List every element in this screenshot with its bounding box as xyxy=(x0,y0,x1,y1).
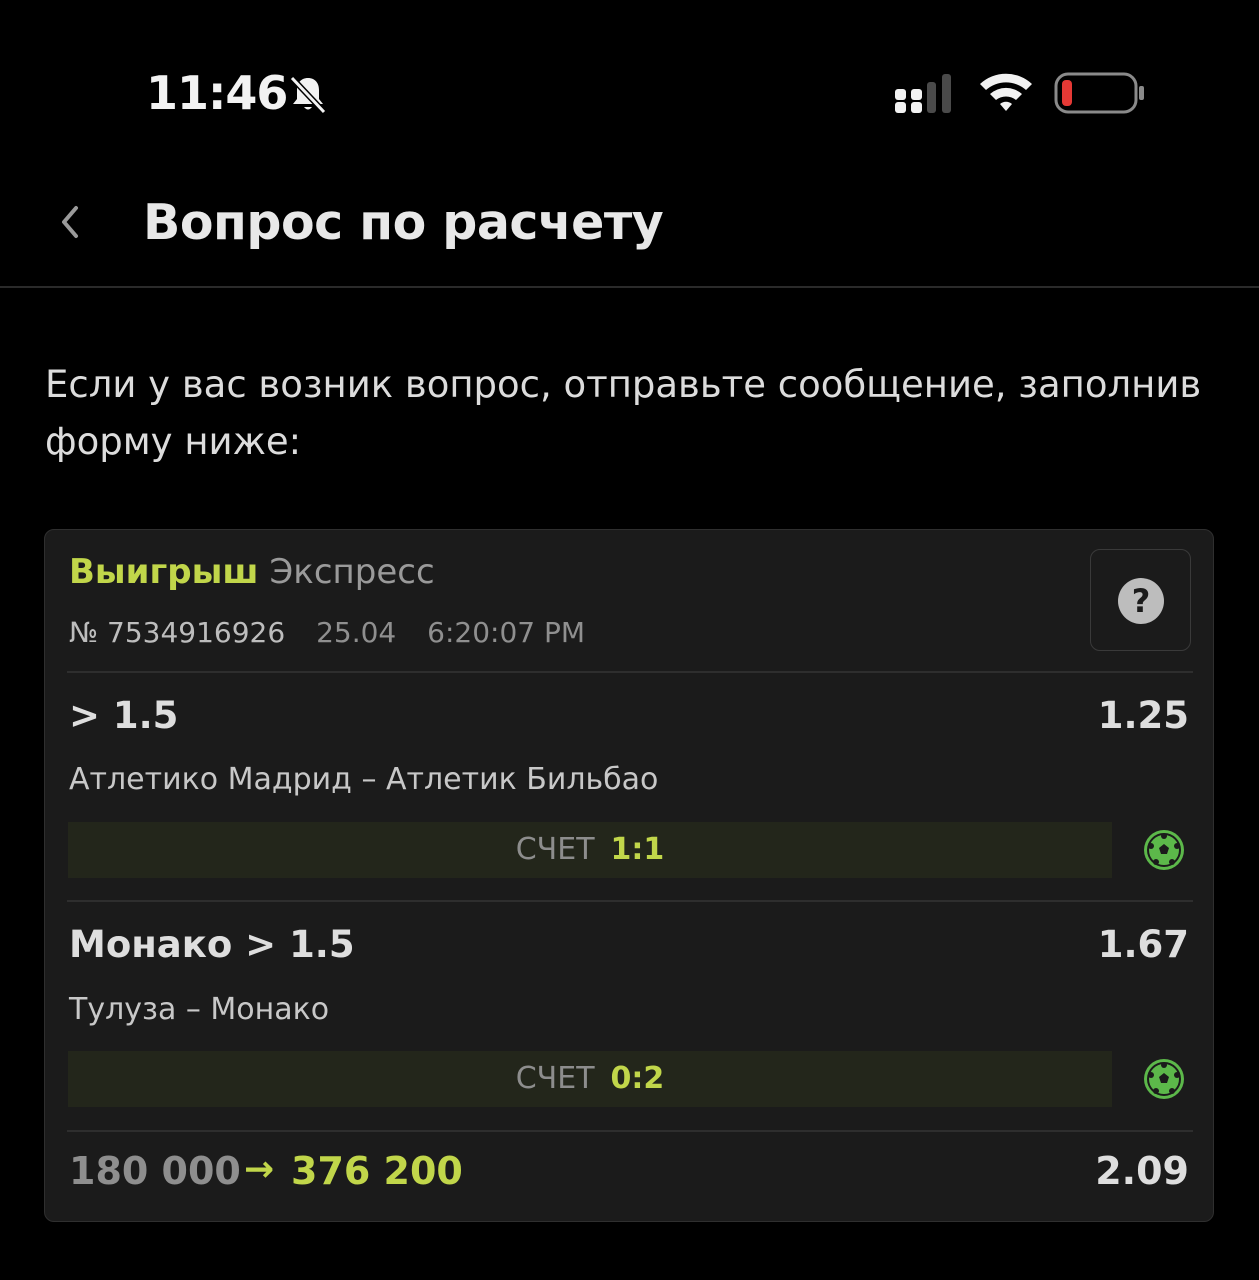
score-label: СЧЕТ xyxy=(515,1061,595,1096)
chevron-left-icon[interactable] xyxy=(52,200,86,244)
divider xyxy=(67,1130,1193,1132)
wifi-icon xyxy=(980,73,1032,111)
page-title: Вопрос по расчету xyxy=(143,194,664,251)
bet-card[interactable]: Выигрыш Экспресс № 7534916926 25.04 6:20… xyxy=(44,529,1214,1222)
battery-low-icon xyxy=(1054,72,1144,114)
score-label: СЧЕТ xyxy=(515,832,595,867)
divider xyxy=(67,671,1193,673)
selection-odds: 1.25 xyxy=(1097,694,1189,737)
soccer-ball-icon xyxy=(1144,830,1184,870)
bet-meta: № 7534916926 25.04 6:20:07 PM xyxy=(69,616,585,649)
selection-match: Атлетико Мадрид – Атлетик Бильбао xyxy=(69,762,659,797)
selection-name: > 1.5 xyxy=(69,694,179,737)
selection-match: Тулуза – Монако xyxy=(69,992,330,1027)
bet-heading: Выигрыш Экспресс xyxy=(69,552,435,592)
bet-time: 6:20:07 PM xyxy=(427,616,586,649)
bet-date: 25.04 xyxy=(316,616,397,649)
bell-slash-icon xyxy=(289,75,327,115)
total-odds: 2.09 xyxy=(1095,1149,1189,1193)
score-value: 0:2 xyxy=(610,1061,665,1096)
status-bar: 11:46 xyxy=(0,0,1259,150)
bet-type: Экспресс xyxy=(269,552,435,592)
selection-name: Монако > 1.5 xyxy=(69,923,355,966)
arrow-right-icon: → xyxy=(244,1149,275,1190)
score-bar: СЧЕТ 0:2 xyxy=(68,1051,1112,1107)
signal-icon xyxy=(895,74,951,113)
payout-amount: 376 200 xyxy=(291,1149,463,1193)
intro-text: Если у вас возник вопрос, отправьте сооб… xyxy=(45,363,1202,463)
help-button[interactable]: ? xyxy=(1090,549,1191,651)
score-bar: СЧЕТ 1:1 xyxy=(68,822,1112,878)
status-time: 11:46 xyxy=(146,66,288,120)
app-header: Вопрос по расчету xyxy=(0,170,1259,288)
stake-amount: 180 000 xyxy=(69,1149,241,1193)
bet-number: № 7534916926 xyxy=(69,616,286,649)
selection-odds: 1.67 xyxy=(1097,923,1189,966)
divider xyxy=(67,900,1193,902)
soccer-ball-icon xyxy=(1144,1059,1184,1099)
question-circle-icon: ? xyxy=(1118,578,1164,624)
bet-status: Выигрыш xyxy=(69,552,259,592)
score-value: 1:1 xyxy=(610,832,665,867)
